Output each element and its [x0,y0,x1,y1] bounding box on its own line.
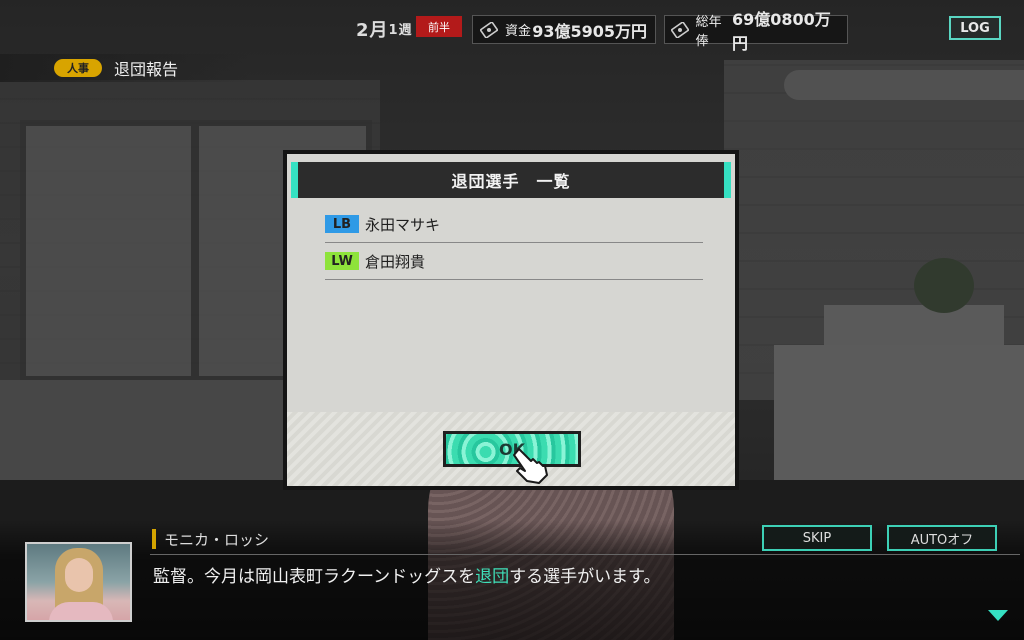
salary-label: 総年俸 [695,14,722,49]
scene-title: 退団報告 [114,60,179,79]
dialog-body: 退団選手 一覧 LB 永田マサキ LW 倉田翔貴 OK [287,154,735,486]
departing-players-dialog: 退団選手 一覧 LB 永田マサキ LW 倉田翔貴 OK [283,150,739,490]
banknote-icon [479,21,499,39]
banknote-icon [671,21,690,39]
salary-value: 69億0800万円 [732,9,831,53]
player-row[interactable]: LW 倉田翔貴 [325,243,703,280]
dialog-footer: OK [287,412,735,486]
position-badge: LB [325,215,359,233]
message-text-part: 監督。今月は岡山表町ラクーンドッグスを [153,567,476,587]
funds-value: 93億5905万円 [532,21,647,41]
game-date: 2月 1週 [356,15,413,42]
date-week: 1週 [388,23,413,38]
player-name: 倉田翔貴 [365,252,426,271]
funds-display: 資金 93億5905万円 [472,15,656,44]
speaker-name: モニカ・ロッシ [152,529,269,549]
speaker-portrait [25,542,132,622]
message-highlight: 退団 [475,567,510,587]
portrait-body [49,602,113,620]
divider [150,554,1020,555]
auto-toggle-button[interactable]: AUTOオフ [887,525,997,551]
message-text: 監督。今月は岡山表町ラクーンドッグスを退団する選手がいます。 [153,562,660,587]
triangle-down-icon[interactable] [988,610,1008,621]
dialog-title: 退団選手 一覧 [291,162,731,198]
portrait-face [65,558,93,592]
skip-button[interactable]: SKIP [762,525,872,551]
player-name: 永田マサキ [365,215,441,234]
position-badge: LW [325,252,359,270]
category-badge: 人事 [54,59,102,77]
date-month: 2月 [356,19,389,41]
scene-category-bar: 人事 退団報告 [0,54,250,82]
player-row[interactable]: LB 永田マサキ [325,206,703,243]
message-text-part: する選手がいます。 [509,567,661,587]
salary-display: 総年俸 69億0800万円 [664,10,848,53]
funds-label: 資金 [505,24,532,39]
log-button[interactable]: LOG [949,16,1001,40]
half-badge: 前半 [416,16,462,37]
pointing-hand-icon [513,448,548,484]
